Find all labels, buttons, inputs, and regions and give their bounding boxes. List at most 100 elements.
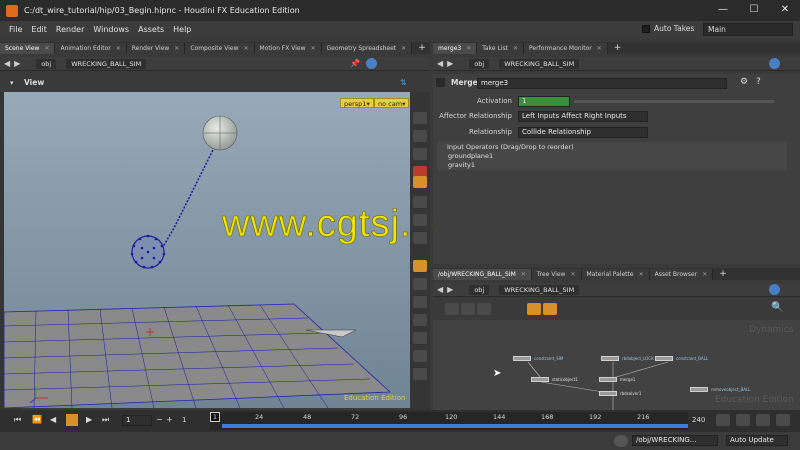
help-icon[interactable]: ? [756,77,761,87]
display-tool-icon[interactable] [413,112,427,124]
chat-icon[interactable] [614,435,628,447]
add-tab-icon[interactable]: + [418,43,426,54]
playhead[interactable]: 1 [210,412,220,422]
timeline-track[interactable]: 1 24 48 72 96 120 144 168 192 216 [210,412,688,430]
tab-network-wrecking[interactable]: /obj/WRECKING_BALL_SIM ✕ [433,269,532,280]
tab-material-palette[interactable]: Material Palette ✕ [581,269,650,280]
network-path-node[interactable]: WRECKING_BALL_SIM [499,284,580,295]
tab-tree-view[interactable]: Tree View ✕ [531,269,582,280]
xray-tool-icon[interactable] [413,350,427,362]
jump-start-icon[interactable]: ⏮ [14,415,21,425]
path-node-wrecking-ball[interactable]: WRECKING_BALL_SIM [66,58,147,69]
back-arrow-icon[interactable]: ◀ [4,59,10,68]
shading-tool-icon[interactable] [413,130,427,142]
frame-decrement[interactable]: − [156,415,163,424]
param-forward-arrow-icon[interactable]: ▶ [447,59,453,68]
camera-select[interactable]: persp1▾ [340,98,374,108]
add-tab-icon-network[interactable]: + [719,269,727,280]
particle-tool-icon[interactable] [413,296,427,308]
network-node[interactable] [599,377,617,382]
network-editor[interactable]: Dynamics Education Edition constraint_SI… [433,320,800,410]
network-node[interactable] [601,356,619,361]
network-node[interactable] [513,356,531,361]
zoom-icon[interactable]: 🔍 [771,302,783,313]
menu-assets[interactable]: Assets [138,25,164,34]
update-mode-select[interactable]: Auto Update [726,435,788,446]
input-operator-item[interactable]: gravity1 [437,161,787,170]
link-icon[interactable] [366,58,377,69]
frame-start-field[interactable]: 1 [122,415,152,426]
menu-windows[interactable]: Windows [93,25,129,34]
uv-tool-icon[interactable] [413,232,427,244]
play-icon[interactable]: ▶ [86,415,92,424]
desktop-select[interactable]: Main [703,23,793,36]
ruler-tool-icon[interactable] [413,368,427,380]
tab-asset-browser[interactable]: Asset Browser ✕ [649,269,714,280]
layout-icon[interactable] [445,303,459,315]
tab-scene-view[interactable]: Scene View ✕ [0,43,56,54]
close-button[interactable]: ✕ [770,0,800,21]
param-back-arrow-icon[interactable]: ◀ [437,59,443,68]
menu-edit[interactable]: Edit [31,25,47,34]
cursor-tool-icon[interactable] [413,278,427,290]
add-tab-icon-right[interactable]: + [614,43,622,54]
network-node[interactable] [690,387,708,392]
gear-icon[interactable]: ⚙ [740,77,748,87]
network-node[interactable] [531,377,549,382]
menu-render[interactable]: Render [56,25,84,34]
bg-tool-icon[interactable] [413,332,427,344]
network-node[interactable] [655,356,673,361]
lighting-tool-icon[interactable] [413,176,427,188]
play-reverse-icon[interactable]: ◀ [50,415,56,424]
menu-help[interactable]: Help [173,25,191,34]
activation-field[interactable]: 1 [518,95,570,107]
param-link-icon[interactable] [769,58,780,69]
tab-animation-editor[interactable]: Animation Editor ✕ [55,43,127,54]
param-path-context[interactable]: obj [469,58,490,69]
note-icon[interactable] [527,303,541,315]
param-path-node[interactable]: WRECKING_BALL_SIM [499,58,580,69]
maximize-button[interactable]: ☐ [739,0,769,21]
network-path-context[interactable]: obj [469,284,490,295]
frame-increment[interactable]: + [166,415,173,424]
tab-motion-fx-view[interactable]: Motion FX View ✕ [254,43,322,54]
view-menu-icon[interactable]: ▾ [10,79,14,87]
relationship-select[interactable]: Collide Relationship [518,126,648,138]
auto-takes-checkbox[interactable] [642,24,650,33]
network-node[interactable] [599,391,617,396]
path-context-obj[interactable]: obj [36,58,57,69]
scene-viewport[interactable]: persp1▾ no cam▾ Education Edition [4,92,410,408]
loop-icon[interactable] [756,414,770,426]
affector-select[interactable]: Left Inputs Affect Right Inputs [518,110,648,122]
tab-geometry-spreadsheet[interactable]: Geometry Spreadsheet ✕ [321,43,413,54]
points-tool-icon[interactable] [413,196,427,208]
auto-takes-toggle[interactable]: Auto Takes [642,24,694,33]
node-name-field[interactable]: merge3 [477,78,727,89]
normals-tool-icon[interactable] [413,214,427,226]
step-back-icon[interactable]: ⏪ [32,415,42,424]
tab-performance-monitor[interactable]: Performance Monitor ✕ [523,43,608,54]
list-icon[interactable] [477,303,491,315]
color-icon[interactable] [543,303,557,315]
grid-icon[interactable] [461,303,475,315]
pin-icon[interactable]: 📌 [350,59,360,68]
minimize-button[interactable]: — [708,0,738,21]
network-link-icon[interactable] [769,284,780,295]
activation-slider[interactable] [574,99,774,103]
cam-mode-select[interactable]: no cam▾ [374,98,410,108]
tab-take-list[interactable]: Take List ✕ [477,43,524,54]
network-forward-arrow-icon[interactable]: ▶ [447,285,453,294]
network-back-arrow-icon[interactable]: ◀ [437,285,443,294]
realtime-toggle-icon[interactable] [716,414,730,426]
sound-icon[interactable] [776,414,790,426]
stop-button[interactable] [66,414,78,426]
input-operator-item[interactable]: groundplane1 [437,152,787,161]
jump-end-icon[interactable]: ⏭ [102,415,109,425]
wireframe-tool-icon[interactable] [413,148,427,160]
display-options-icon[interactable]: ⇅ [400,78,407,87]
forward-arrow-icon[interactable]: ▶ [14,59,20,68]
keyframe-icon[interactable] [736,414,750,426]
menu-file[interactable]: File [9,25,22,34]
guide-tool-icon[interactable] [413,314,427,326]
snap-grid-icon[interactable] [413,260,427,272]
